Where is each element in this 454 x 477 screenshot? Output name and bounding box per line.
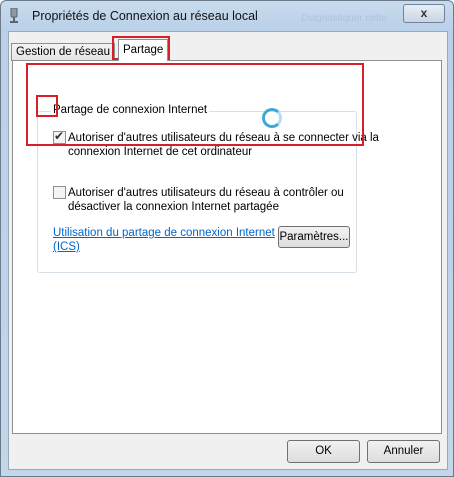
tab-gestion-de-reseau[interactable]: Gestion de réseau	[11, 43, 115, 61]
allow-control-label-line1: Autoriser d'autres utilisateurs du résea…	[68, 187, 344, 199]
allow-control-label-line2: désactiver la connexion Internet partagé…	[68, 201, 279, 213]
close-button[interactable]: x	[403, 4, 445, 23]
ics-help-link-line2[interactable]: (ICS)	[53, 240, 80, 254]
network-adapter-icon	[10, 8, 18, 23]
allow-connect-checkbox[interactable]: ✔	[53, 129, 66, 144]
cancel-button[interactable]: Annuler	[367, 440, 440, 463]
ics-help-link-line1[interactable]: Utilisation du partage de connexion Inte…	[53, 226, 275, 240]
tab-panel-partage: Partage de connexion Internet ✔ Autorise…	[12, 60, 442, 434]
settings-button[interactable]: Paramètres...	[278, 226, 350, 248]
dialog-client-area: Gestion de réseau Partage Partage de con…	[8, 31, 448, 470]
title-bar: Propriétés de Connexion au réseau local …	[1, 1, 453, 31]
window-title: Propriétés de Connexion au réseau local	[32, 9, 258, 23]
allow-connect-label-line2: connexion Internet de cet ordinateur	[68, 146, 253, 158]
ics-group-title: Partage de connexion Internet	[51, 104, 210, 116]
allow-control-checkbox[interactable]	[53, 186, 66, 199]
background-window-text: Diagnostiquer cette	[301, 13, 388, 24]
loading-spinner-icon	[262, 108, 282, 128]
checkmark-icon: ✔	[54, 129, 65, 143]
tab-partage[interactable]: Partage	[118, 39, 169, 61]
dialog-window: Propriétés de Connexion au réseau local …	[0, 0, 454, 477]
ok-button[interactable]: OK	[287, 440, 360, 463]
close-icon: x	[420, 6, 428, 20]
allow-connect-label-line1: Autoriser d'autres utilisateurs du résea…	[68, 132, 379, 144]
